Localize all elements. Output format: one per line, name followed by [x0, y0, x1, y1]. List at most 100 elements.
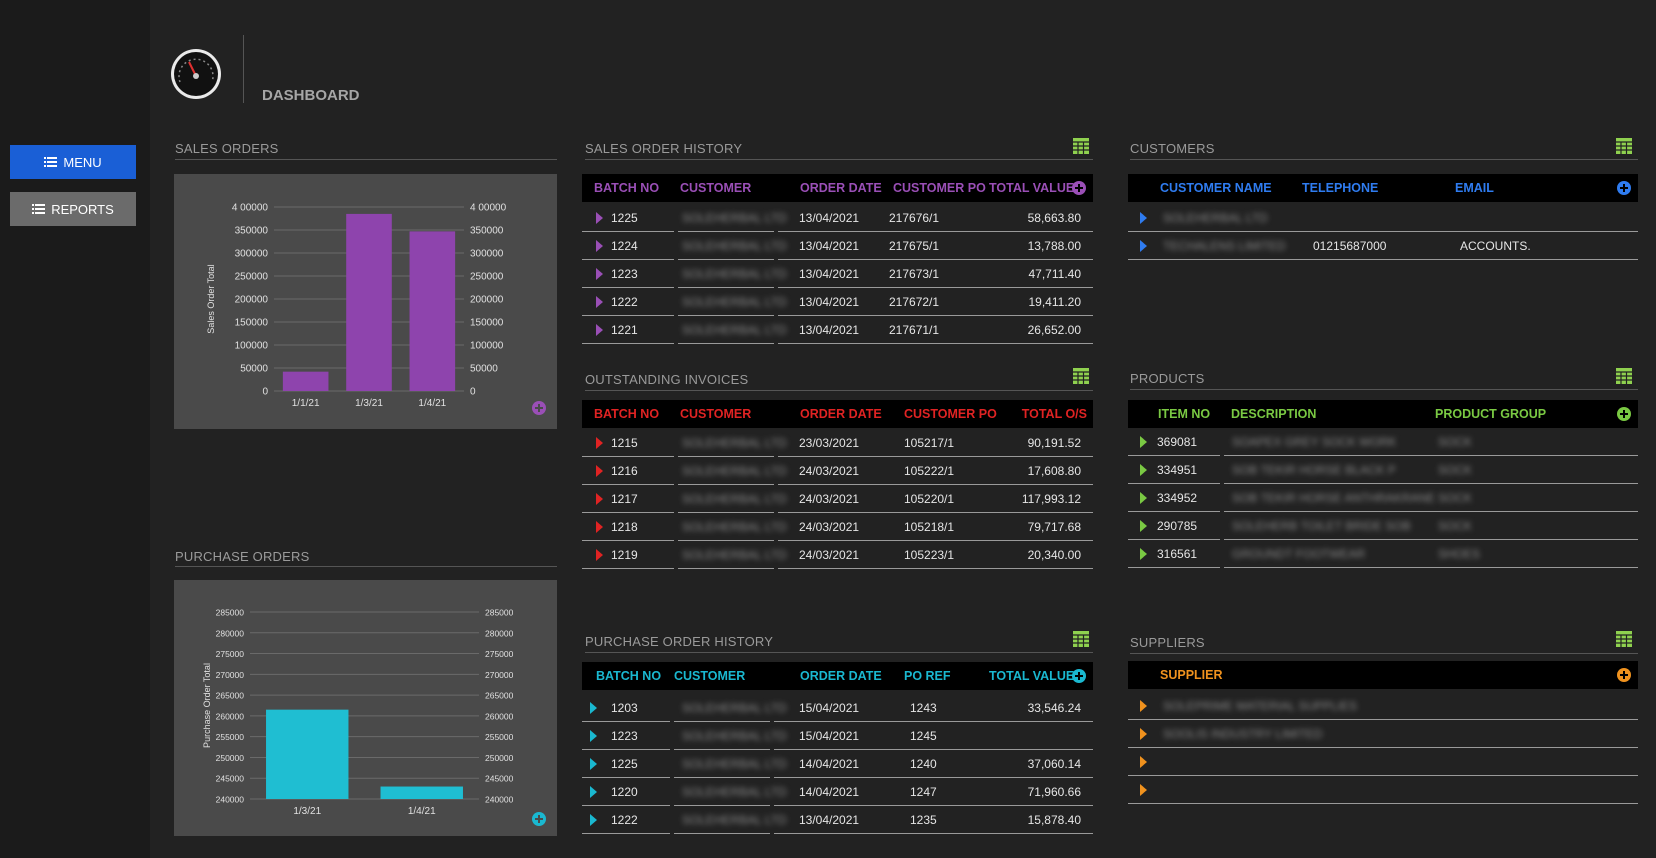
column-header[interactable]: TOTAL VALUE	[989, 174, 1074, 202]
column-header[interactable]: TOTAL VALUE	[989, 662, 1074, 690]
row-separator	[674, 833, 770, 834]
table-row[interactable]: SOOLIS INDUSTRY LIMITED	[1128, 720, 1638, 748]
suppliers-title: SUPPLIERS	[1130, 635, 1205, 650]
expand-row-icon[interactable]	[590, 814, 597, 826]
row-separator	[1128, 259, 1638, 260]
expand-row-icon[interactable]	[590, 702, 597, 714]
table-row[interactable]: TECHALENS LIMITED 01215687000 ACCOUNTS.	[1128, 232, 1638, 260]
table-row[interactable]: 1222 SOLEHERBAL LTD 13/04/2021 1235 15,878.4…	[582, 806, 1093, 834]
expand-row-icon[interactable]	[1140, 492, 1147, 504]
table-view-icon[interactable]	[1616, 138, 1632, 154]
table-row[interactable]: 1224 SOLEHERBAL LTD 13/04/2021 217675/1 13,7…	[582, 232, 1093, 260]
expand-row-icon[interactable]	[1140, 728, 1147, 740]
section-divider	[175, 566, 557, 567]
table-row[interactable]: 1220 SOLEHERBAL LTD 14/04/2021 1247 71,960.6…	[582, 778, 1093, 806]
column-header[interactable]: EMAIL	[1455, 174, 1494, 202]
table-cell: 1225	[611, 757, 638, 771]
menu-button[interactable]: MENU	[10, 145, 136, 179]
add-purchase-order-icon[interactable]	[532, 812, 546, 826]
expand-row-icon[interactable]	[1140, 240, 1147, 252]
expand-row-icon[interactable]	[596, 521, 603, 533]
table-row[interactable]: 1215 SOLEHERBAL LTD 23/03/2021 105217/1 90,1…	[582, 429, 1093, 457]
table-row[interactable]: 334951 SOB TEKIR HORSE BLACK P SOCK	[1128, 456, 1638, 484]
outstanding-invoices-title: OUTSTANDING INVOICES	[585, 372, 749, 387]
reports-button[interactable]: REPORTS	[10, 192, 136, 226]
column-header[interactable]: PRODUCT GROUP	[1435, 400, 1546, 428]
table-row[interactable]: 1222 SOLEHERBAL LTD 13/04/2021 217672/1 19,4…	[582, 288, 1093, 316]
expand-row-icon[interactable]	[596, 324, 603, 336]
add-record-icon[interactable]	[1617, 181, 1631, 195]
table-row[interactable]: 1223 SOLEHERBAL LTD 13/04/2021 217673/1 47,7…	[582, 260, 1093, 288]
table-row[interactable]: 1218 SOLEHERBAL LTD 24/03/2021 105218/1 79,7…	[582, 513, 1093, 541]
table-row[interactable]: SOLEHERBAL LTD	[1128, 204, 1638, 232]
table-cell: 14/04/2021	[799, 785, 860, 799]
expand-row-icon[interactable]	[1140, 212, 1147, 224]
expand-row-icon[interactable]	[1140, 436, 1147, 448]
expand-row-icon[interactable]	[590, 786, 597, 798]
column-header[interactable]: TOTAL O/S	[1022, 400, 1087, 428]
expand-row-icon[interactable]	[596, 268, 603, 280]
column-header[interactable]: CUSTOMER PO	[904, 400, 997, 428]
expand-row-icon[interactable]	[596, 465, 603, 477]
add-sales-order-icon[interactable]	[532, 401, 546, 415]
add-record-icon[interactable]	[1617, 407, 1631, 421]
column-header[interactable]: PO REF	[904, 662, 951, 690]
column-header[interactable]: CUSTOMER PO	[893, 174, 986, 202]
table-row[interactable]: 1225 SOLEHERBAL LTD 14/04/2021 1240 37,060.1…	[582, 750, 1093, 778]
column-header[interactable]: CUSTOMER	[680, 174, 751, 202]
column-header[interactable]: CUSTOMER NAME	[1160, 174, 1272, 202]
column-header[interactable]: ORDER DATE	[800, 174, 882, 202]
row-separator	[582, 833, 670, 834]
table-row[interactable]: 1203 SOLEHERBAL LTD 15/04/2021 1243 33,546.2…	[582, 694, 1093, 722]
table-row[interactable]	[1128, 748, 1638, 776]
table-view-icon[interactable]	[1616, 631, 1632, 647]
expand-row-icon[interactable]	[596, 240, 603, 252]
expand-row-icon[interactable]	[596, 549, 603, 561]
expand-row-icon[interactable]	[1140, 520, 1147, 532]
table-row[interactable]: 1219 SOLEHERBAL LTD 24/03/2021 105223/1 20,3…	[582, 541, 1093, 569]
expand-row-icon[interactable]	[596, 437, 603, 449]
expand-row-icon[interactable]	[1140, 784, 1147, 796]
column-header[interactable]: ITEM NO	[1158, 400, 1210, 428]
expand-row-icon[interactable]	[590, 758, 597, 770]
add-record-icon[interactable]	[1072, 181, 1086, 195]
expand-row-icon[interactable]	[596, 212, 603, 224]
table-row[interactable]: 369081 SOAPEX GREY SOCK WORK SOCK	[1128, 428, 1638, 456]
expand-row-icon[interactable]	[1140, 464, 1147, 476]
add-record-icon[interactable]	[1617, 668, 1631, 682]
table-row[interactable]: 1216 SOLEHERBAL LTD 24/03/2021 105222/1 17,6…	[582, 457, 1093, 485]
table-row[interactable]: 1221 SOLEHERBAL LTD 13/04/2021 217671/1 26,6…	[582, 316, 1093, 344]
table-view-icon[interactable]	[1073, 138, 1089, 154]
column-header[interactable]: BATCH NO	[594, 174, 659, 202]
column-header[interactable]: SUPPLIER	[1160, 661, 1223, 689]
table-cell: 1216	[611, 464, 638, 478]
column-header[interactable]: BATCH NO	[596, 662, 661, 690]
column-header[interactable]: CUSTOMER	[680, 400, 751, 428]
table-row[interactable]: 316561 GROUNDT FOOTWEAR SHOES	[1128, 540, 1638, 568]
column-header[interactable]: ORDER DATE	[800, 662, 882, 690]
table-row[interactable]: 290785 SOLEHERB TOILET BRIDE SOB SOCK	[1128, 512, 1638, 540]
expand-row-icon[interactable]	[1140, 700, 1147, 712]
table-row[interactable]	[1128, 776, 1638, 804]
table-row[interactable]: 334952 SOB TEKIR HORSE ANTHRAKRANE SOCK	[1128, 484, 1638, 512]
table-row[interactable]: 1223 SOLEHERBAL LTD 15/04/2021 1245	[582, 722, 1093, 750]
table-row[interactable]: 1217 SOLEHERBAL LTD 24/03/2021 105220/1 117,…	[582, 485, 1093, 513]
table-view-icon[interactable]	[1073, 631, 1089, 647]
column-header[interactable]: TELEPHONE	[1302, 174, 1378, 202]
purchase-order-history-table: BATCH NO CUSTOMER ORDER DATE PO REF TOTAL VA…	[582, 662, 1093, 837]
table-cell: 1222	[611, 813, 638, 827]
column-header[interactable]: CUSTOMER	[674, 662, 745, 690]
column-header[interactable]: DESCRIPTION	[1231, 400, 1316, 428]
table-row[interactable]: SOLEPRIME MATERIAL SUPPLIES	[1128, 692, 1638, 720]
expand-row-icon[interactable]	[1140, 548, 1147, 560]
column-header[interactable]: BATCH NO	[594, 400, 659, 428]
expand-row-icon[interactable]	[590, 730, 597, 742]
add-record-icon[interactable]	[1072, 669, 1086, 683]
expand-row-icon[interactable]	[1140, 756, 1147, 768]
expand-row-icon[interactable]	[596, 296, 603, 308]
table-row[interactable]: 1225 SOLEHERBAL LTD 13/04/2021 217676/1 58,6…	[582, 204, 1093, 232]
expand-row-icon[interactable]	[596, 493, 603, 505]
table-view-icon[interactable]	[1616, 368, 1632, 384]
column-header[interactable]: ORDER DATE	[800, 400, 882, 428]
table-view-icon[interactable]	[1073, 368, 1089, 384]
